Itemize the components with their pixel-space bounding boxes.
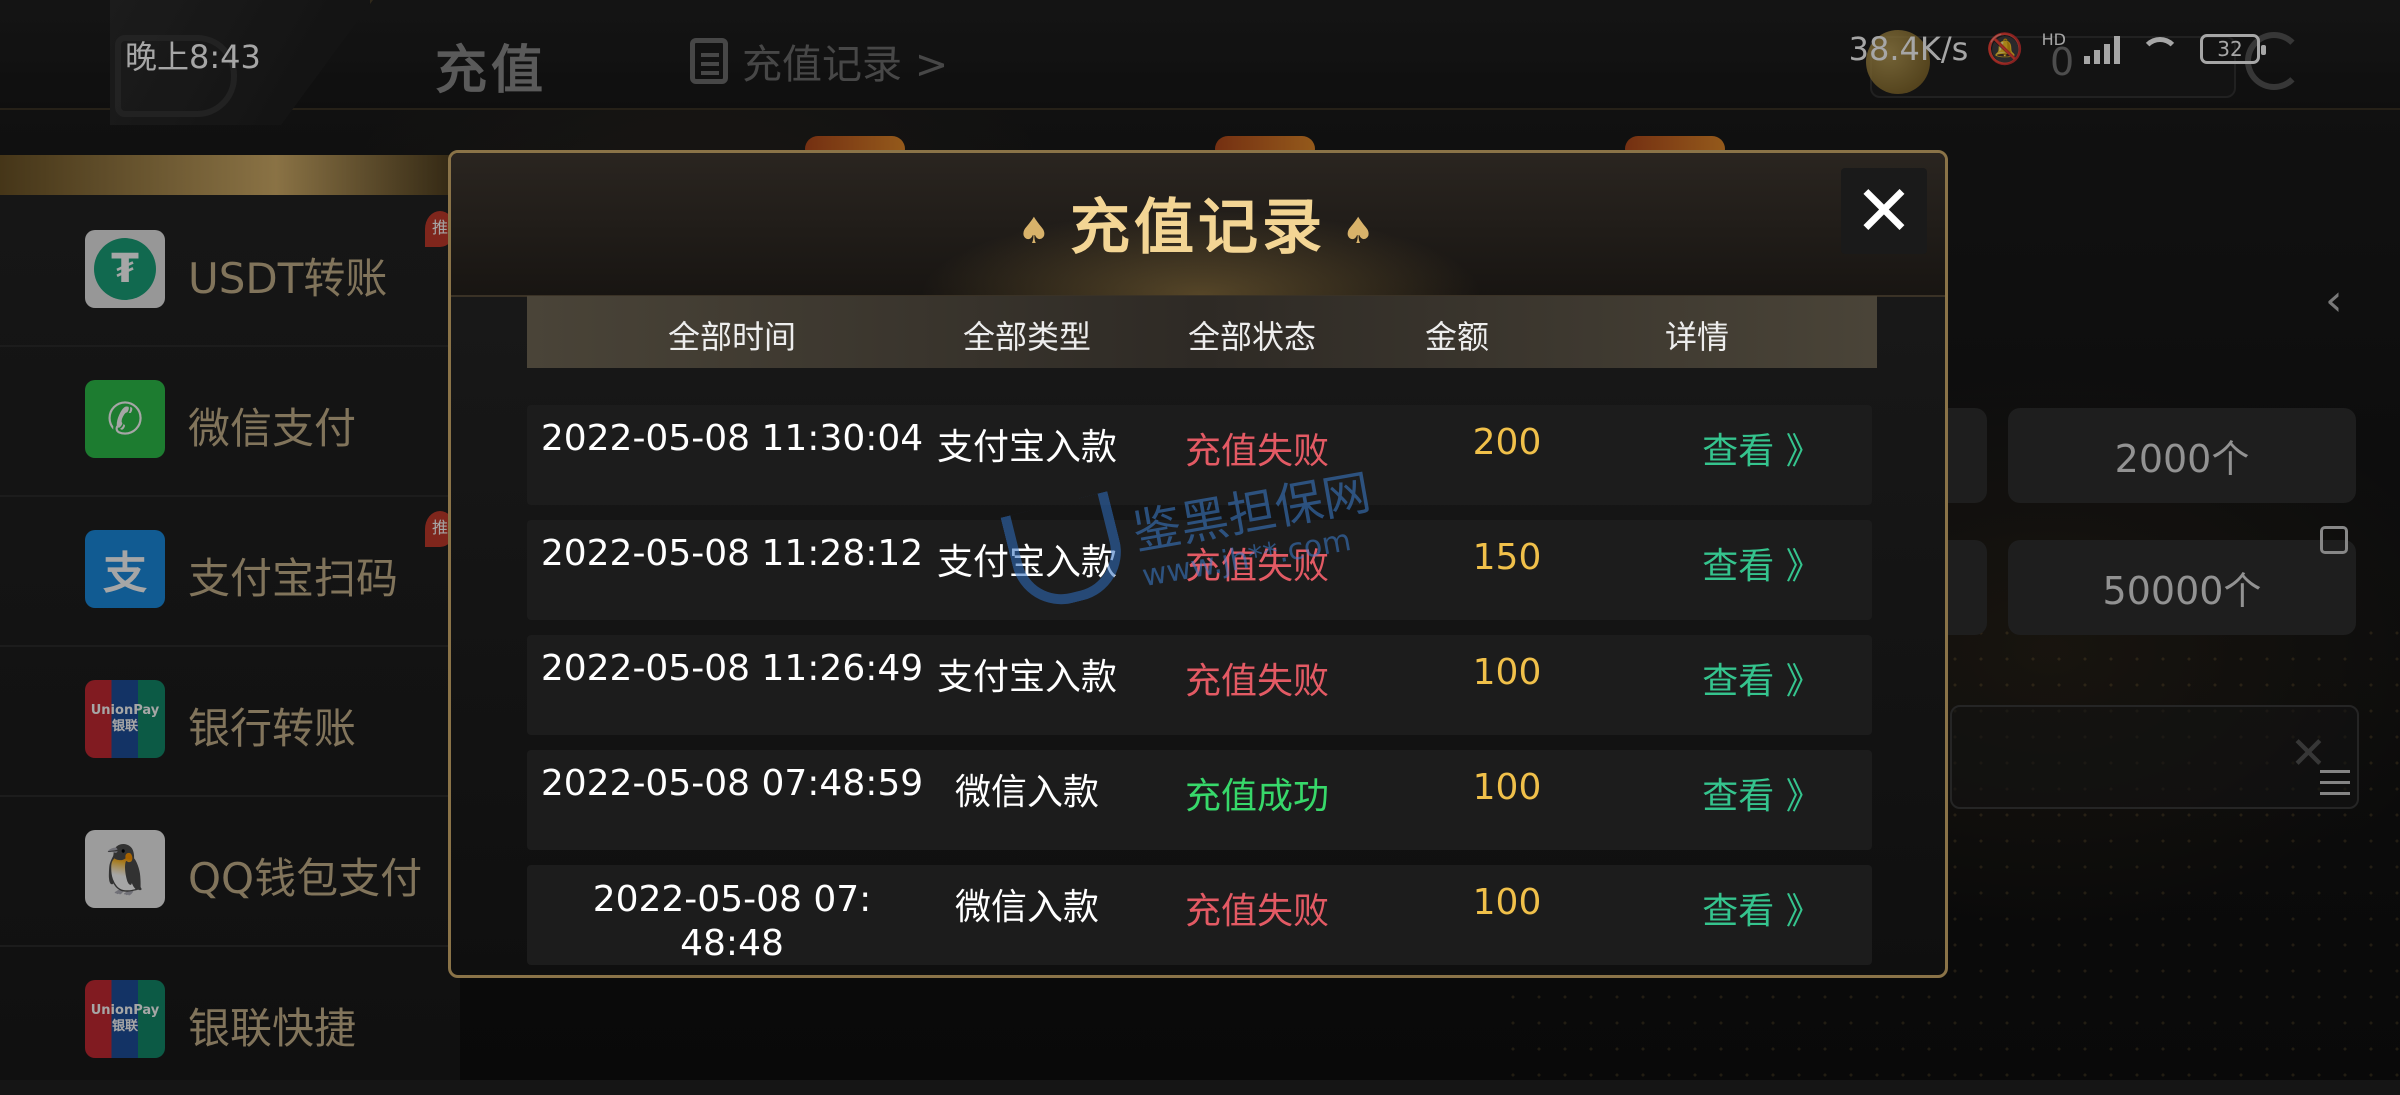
record-status: 充值失败 — [1184, 546, 1329, 587]
record-type: 微信入款 — [954, 887, 1099, 928]
recharge-record-modal: ♠ 充值记录 ♠ ✕ 全部时间 全部类型 全部状态 金额 详情 2022-05-08… — [448, 150, 1948, 978]
filter-time[interactable]: 全部时间 — [557, 312, 907, 358]
table-header: 全部时间 全部类型 全部状态 金额 详情 — [527, 296, 1877, 368]
record-time: 2022-05-08 11:26:49 — [540, 648, 924, 689]
view-detail-link[interactable]: 查看 》 — [1677, 537, 1847, 589]
column-detail: 详情 — [1664, 318, 1729, 356]
record-type: 微信入款 — [954, 772, 1099, 813]
record-amount: 100 — [1472, 767, 1542, 808]
record-time: 2022-05-08 07:48:59 — [540, 763, 924, 804]
close-button[interactable]: ✕ — [1841, 168, 1927, 254]
record-amount: 200 — [1472, 422, 1542, 463]
table-row: 2022-05-08 11:30:04 支付宝入款 充值失败 200 查看 》 — [527, 405, 1872, 505]
record-amount: 100 — [1472, 652, 1542, 693]
record-status: 充值失败 — [1184, 661, 1329, 702]
column-amount: 金额 — [1424, 318, 1489, 356]
filter-type[interactable]: 全部类型 — [927, 312, 1127, 358]
modal-header: ♠ 充值记录 ♠ ✕ — [451, 153, 1945, 297]
record-type: 支付宝入款 — [936, 542, 1117, 583]
view-detail-link[interactable]: 查看 》 — [1677, 882, 1847, 934]
record-status: 充值成功 — [1184, 776, 1329, 817]
record-time: 2022-05-08 11:30:04 — [540, 418, 924, 459]
record-time: 2022-05-08 11:28:12 — [540, 533, 924, 574]
record-amount: 100 — [1472, 882, 1542, 923]
table-row: 2022-05-08 11:26:49 支付宝入款 充值失败 100 查看 》 — [527, 635, 1872, 735]
view-detail-link[interactable]: 查看 》 — [1677, 422, 1847, 474]
filter-status[interactable]: 全部状态 — [1147, 312, 1357, 358]
spade-icon: ♠ — [1017, 210, 1054, 252]
record-status: 充值失败 — [1184, 431, 1329, 472]
view-detail-link[interactable]: 查看 》 — [1677, 652, 1847, 704]
record-amount: 150 — [1472, 537, 1542, 578]
record-time: 2022-05-08 07:48:48 — [592, 879, 872, 964]
view-detail-link[interactable]: 查看 》 — [1677, 767, 1847, 819]
close-icon: ✕ — [1854, 170, 1914, 252]
modal-title: ♠ 充值记录 ♠ — [1017, 193, 1379, 263]
spade-icon: ♠ — [1342, 210, 1379, 252]
table-row: 2022-05-08 11:28:12 支付宝入款 充值失败 150 查看 》 — [527, 520, 1872, 620]
record-type: 支付宝入款 — [936, 657, 1117, 698]
record-status: 充值失败 — [1184, 891, 1329, 932]
table-row: 2022-05-08 07:48:48 微信入款 充值失败 100 查看 》 — [527, 865, 1872, 965]
table-row: 2022-05-08 07:48:59 微信入款 充值成功 100 查看 》 — [527, 750, 1872, 850]
record-type: 支付宝入款 — [936, 427, 1117, 468]
